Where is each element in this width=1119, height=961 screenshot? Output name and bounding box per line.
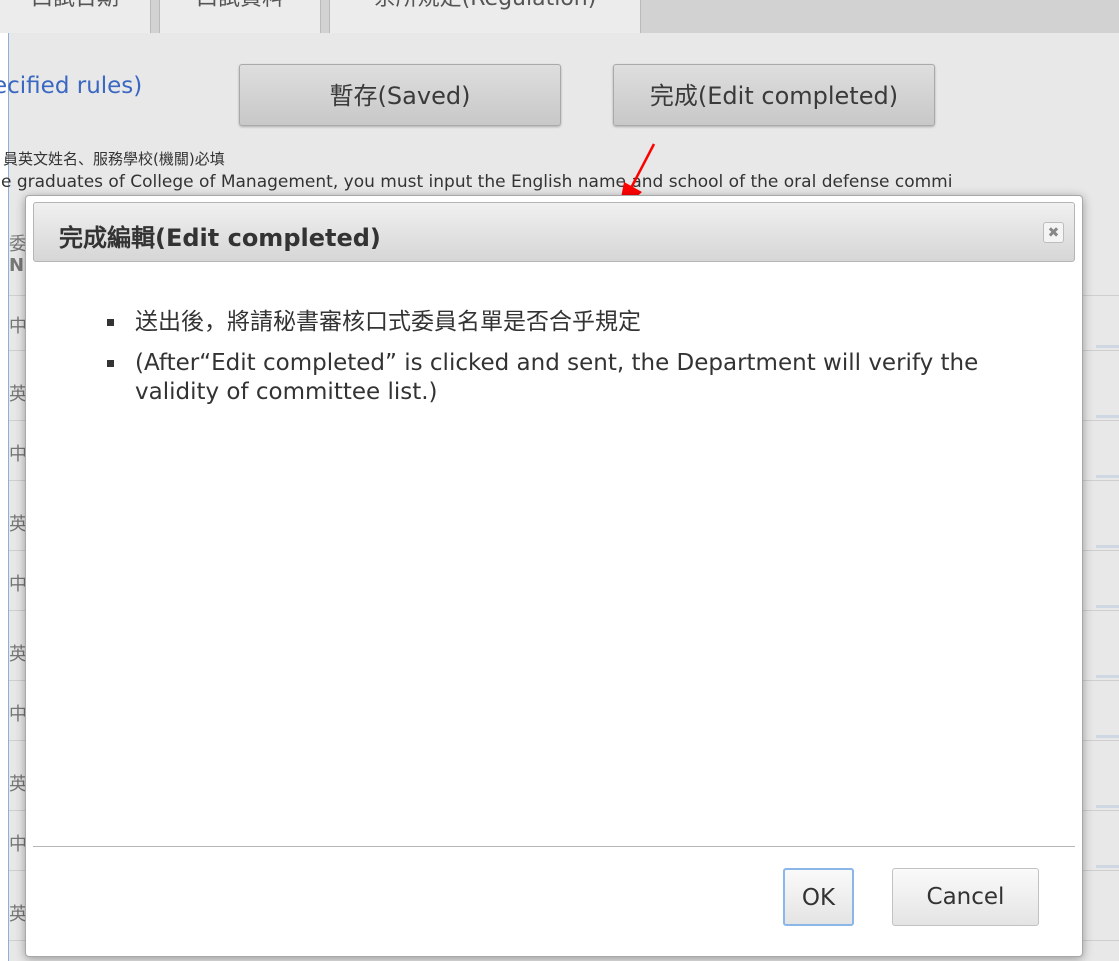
required-note-zh: 員英文姓名、服務學校(機關)必填 (3, 150, 225, 168)
close-icon[interactable]: ✖ (1043, 222, 1064, 243)
list-item: 送出後，將請秘書審核口式委員名單是否合乎規定 (101, 308, 1041, 337)
dialog-divider (33, 846, 1075, 847)
list-item: (After“Edit completed” is clicked and se… (101, 349, 1041, 407)
bullet-icon (107, 319, 114, 326)
saved-button[interactable]: 暫存(Saved) (239, 64, 561, 126)
edit-completed-button[interactable]: 完成(Edit completed) (613, 64, 935, 126)
required-note-en: e graduates of College of Management, yo… (1, 172, 953, 192)
message-en: (After“Edit completed” is clicked and se… (135, 350, 979, 405)
ok-button[interactable]: OK (783, 868, 854, 926)
dialog-title: 完成編輯(Edit completed) (59, 224, 381, 252)
tab-oral-data[interactable]: 口試資料 (159, 0, 321, 33)
edit-completed-dialog: 完成編輯(Edit completed) ✖ 送出後，將請秘書審核口式委員名單是… (25, 195, 1083, 957)
bullet-icon (107, 360, 114, 367)
dialog-body: 送出後，將請秘書審核口式委員名單是否合乎規定 (After“Edit compl… (101, 308, 1041, 419)
tab-bar: 口試日期 口試資料 系所規定(Regulation) (0, 0, 1119, 33)
specified-rules-link[interactable]: ecified rules) (0, 73, 142, 99)
cancel-button[interactable]: Cancel (892, 868, 1039, 926)
tab-oral-date[interactable]: 口試日期 (0, 0, 151, 33)
tab-regulation[interactable]: 系所規定(Regulation) (329, 0, 641, 33)
dialog-titlebar[interactable]: 完成編輯(Edit completed) ✖ (33, 202, 1075, 262)
message-zh: 送出後，將請秘書審核口式委員名單是否合乎規定 (135, 309, 641, 335)
